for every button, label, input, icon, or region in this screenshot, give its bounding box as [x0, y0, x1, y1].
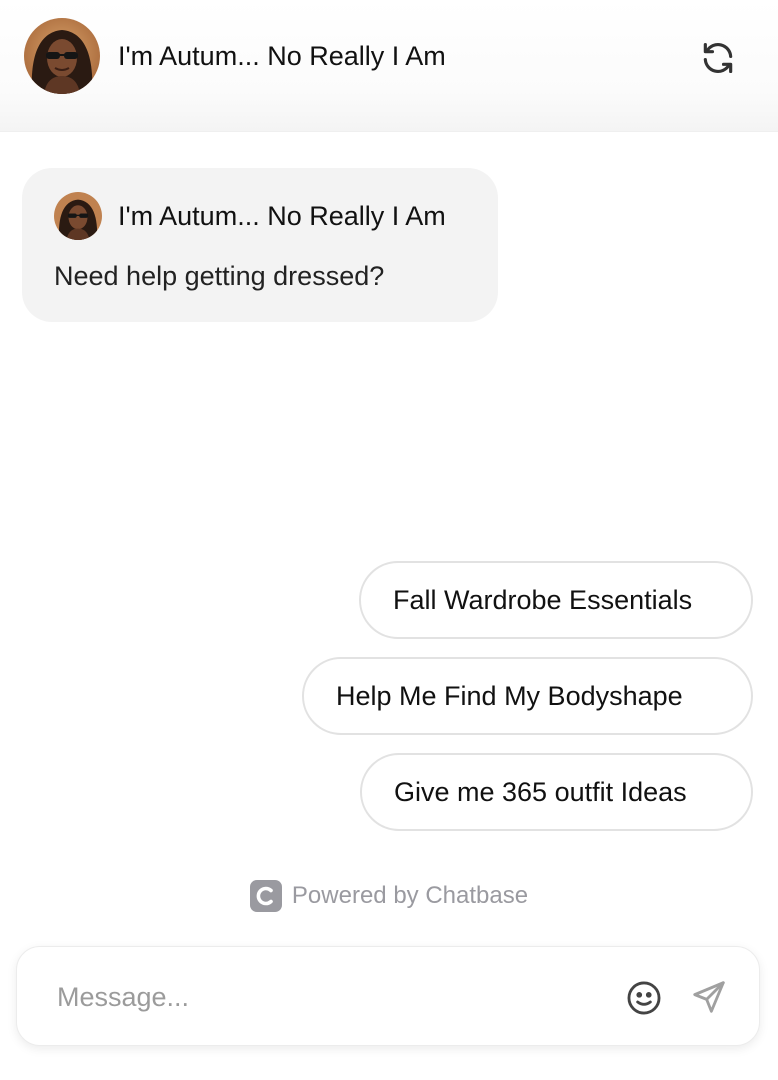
refresh-icon [703, 42, 733, 74]
chat-header: I'm Autum... No Really I Am [0, 0, 778, 132]
bot-avatar-small [54, 192, 102, 240]
powered-by-text: Powered by Chatbase [291, 882, 529, 909]
message-sender-name: I'm Autum... No Really I Am [118, 201, 446, 231]
emoji-button[interactable] [623, 977, 665, 1019]
chat-title: I'm Autum... No Really I Am [118, 41, 446, 71]
bot-message-bubble: I'm Autum... No Really I Am Need help ge… [22, 168, 498, 322]
message-composer [16, 946, 760, 1046]
chatbase-logo-icon [249, 880, 282, 912]
suggestion-help-find-bodyshape[interactable]: Help Me Find My Bodyshape [302, 657, 753, 735]
send-button[interactable] [687, 975, 731, 1019]
chat-widget: I'm Autum... No Really I Am I'm Autum...… [0, 0, 778, 1080]
bot-avatar [24, 18, 100, 94]
refresh-button[interactable] [690, 30, 746, 86]
send-icon [693, 981, 725, 1013]
smiley-icon [627, 981, 661, 1015]
powered-by-link[interactable]: Powered by Chatbase [0, 878, 778, 914]
message-input[interactable] [57, 973, 597, 1021]
suggestion-fall-wardrobe-essentials[interactable]: Fall Wardrobe Essentials [359, 561, 753, 639]
message-text: Need help getting dressed? [54, 261, 385, 291]
suggestion-365-outfit-ideas[interactable]: Give me 365 outfit Ideas [360, 753, 753, 831]
